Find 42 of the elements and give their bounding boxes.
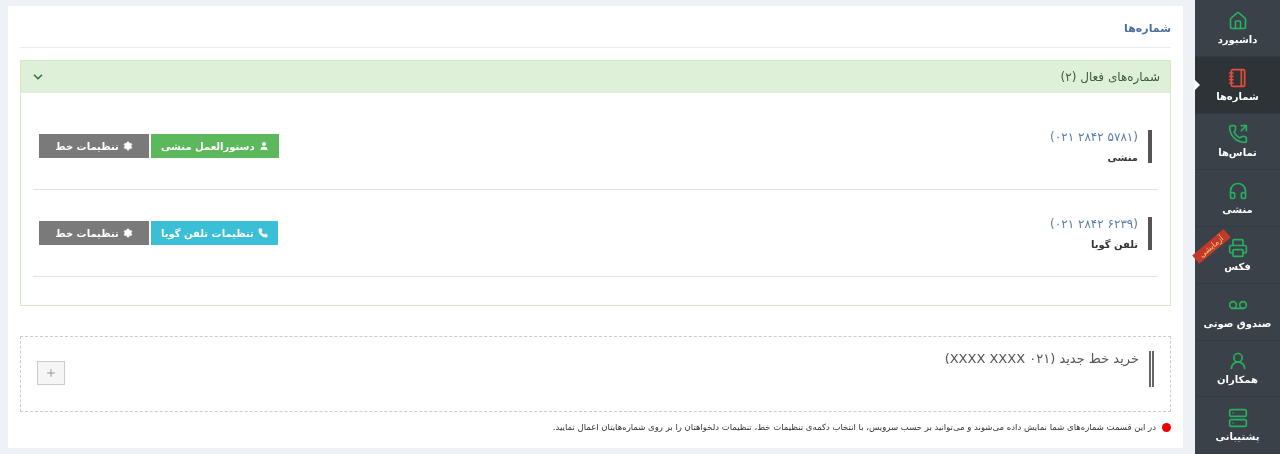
- buy-line-title: خرید خط جدید (۰۲۱ XXXX XXXX): [944, 351, 1154, 387]
- sidebar-label: داشبورد: [1217, 33, 1258, 45]
- headset-icon: [1227, 181, 1248, 202]
- fax-icon: [1227, 237, 1248, 258]
- sidebar-item[interactable]: همکاران: [1195, 340, 1280, 398]
- sidebar-label: همکاران: [1217, 374, 1258, 386]
- sidebar-label: صندوق صوتی: [1203, 317, 1272, 329]
- sidebar-item[interactable]: صندوق صوتی: [1195, 283, 1280, 341]
- action-button[interactable]: تنظیمات خط: [39, 134, 149, 158]
- sidebar-label: تماس‌ها: [1218, 147, 1257, 159]
- sidebar-label: شماره‌ها: [1216, 90, 1259, 102]
- gear-icon: [122, 141, 133, 151]
- sidebar-item[interactable]: داشبورد: [1195, 0, 1280, 57]
- gear-icon: [122, 228, 133, 238]
- line-label: منشی: [1106, 151, 1138, 163]
- line-label: تلفن گویا: [1089, 238, 1138, 250]
- ribbon-badge: آزمایشی: [1192, 229, 1231, 264]
- action-button[interactable]: تنظیمات خط: [39, 221, 149, 245]
- panel-title: شماره‌های فعال (۲): [1060, 70, 1160, 84]
- phone-number: (۰۲۱ ۲۸۴۲ ۵۷۸۱): [1050, 129, 1138, 144]
- active-pointer-icon: [1194, 78, 1200, 91]
- sidebar-item[interactable]: منشی: [1195, 170, 1280, 227]
- bullet-icon: [1162, 422, 1171, 432]
- home-icon: [1227, 10, 1248, 31]
- page-title: شماره‌ها: [20, 6, 1171, 48]
- note-text: در این قسمت شماره‌های شما نمایش داده می‌شوند و می‌توانید بر حسب سرویس، با انتخاب دکمه‌ی تنظیمات خط، تنظیمات دلخواهتان را بر روی شماره‌هایتان اعمال نمایید.: [552, 422, 1156, 432]
- notebook-icon: [1227, 67, 1248, 88]
- sidebar-item[interactable]: پشتیبانی: [1195, 397, 1280, 454]
- plus-icon: [45, 367, 57, 379]
- phone-icon: [257, 228, 268, 238]
- panel-header[interactable]: شماره‌های فعال (۲): [21, 61, 1170, 93]
- sidebar-label: منشی: [1222, 204, 1253, 216]
- sidebar-item[interactable]: تماس‌ها: [1195, 113, 1280, 171]
- phone-number: (۰۲۱ ۲۸۴۲ ۶۲۳۹): [1050, 216, 1138, 231]
- sidebar-item[interactable]: شماره‌ها: [1195, 56, 1280, 114]
- sidebar-item[interactable]: فکس آزمایشی: [1195, 227, 1280, 284]
- sidebar-label: پشتیبانی: [1215, 431, 1260, 443]
- add-button[interactable]: [37, 361, 65, 385]
- user-icon: [258, 141, 269, 151]
- phone-icon: [1227, 124, 1248, 145]
- server-icon: [1227, 408, 1248, 429]
- user-icon: [1227, 351, 1248, 372]
